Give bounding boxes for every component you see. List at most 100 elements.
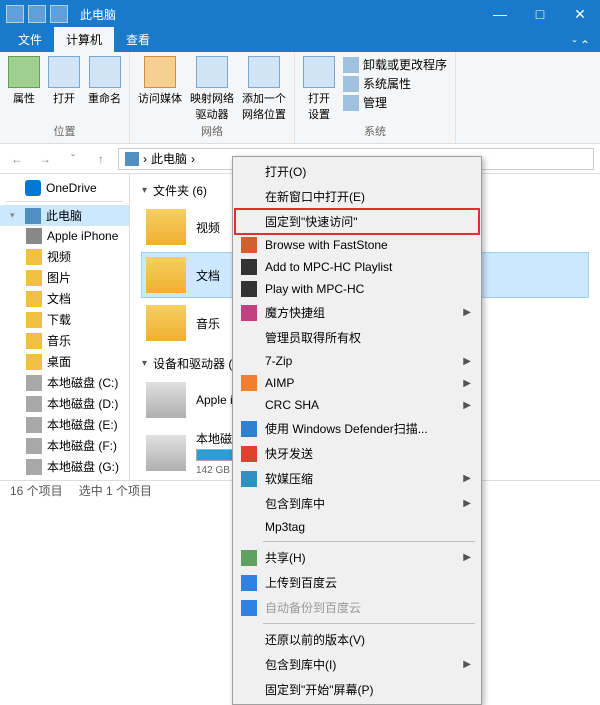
open-button[interactable]: 打开 — [48, 56, 80, 106]
manage-icon — [343, 95, 359, 111]
ctx-defender[interactable]: 使用 Windows Defender扫描... — [235, 416, 479, 441]
ctx-backup-baidu[interactable]: 自动备份到百度云 — [235, 595, 479, 620]
mpc-icon — [241, 281, 257, 297]
ctx-take-ownership[interactable]: 管理员取得所有权 — [235, 325, 479, 350]
separator — [263, 623, 475, 624]
quick-access-toolbar — [0, 5, 74, 23]
nav-forward-button[interactable]: → — [34, 148, 56, 170]
ribbon-group-location: 属性 打开 重命名 位置 — [0, 52, 130, 143]
kuaiya-icon — [241, 446, 257, 462]
sidebar-disk-e[interactable]: 本地磁盘 (E:) — [0, 414, 129, 435]
folder-icon — [26, 270, 42, 286]
minimize-button[interactable]: — — [480, 0, 520, 28]
ribbon-tabs: 文件 计算机 查看 ˇ ⌃ — [0, 28, 600, 52]
ctx-browse-faststone[interactable]: Browse with FastStone — [235, 234, 479, 256]
documents-folder-icon — [146, 257, 186, 293]
chevron-right-icon: ▶ — [463, 307, 471, 318]
sidebar-downloads[interactable]: 下载 — [0, 309, 129, 330]
ctx-share[interactable]: 共享(H)▶ — [235, 545, 479, 570]
chevron-right-icon: ▶ — [463, 473, 471, 484]
sidebar-videos[interactable]: 视频 — [0, 246, 129, 267]
ctx-play-mpc[interactable]: Play with MPC-HC — [235, 278, 479, 300]
chevron-right-icon: ▶ — [463, 552, 471, 563]
sidebar-music[interactable]: 音乐 — [0, 330, 129, 351]
ribbon-group-system: 打开 设置 卸载或更改程序 系统属性 管理 系统 — [295, 52, 456, 143]
system-properties-button[interactable]: 系统属性 — [343, 75, 447, 92]
folder-icon — [26, 249, 42, 265]
sidebar-iphone[interactable]: Apple iPhone — [0, 226, 129, 246]
nav-history-button[interactable]: ˇ — [62, 148, 84, 170]
breadcrumb-root[interactable]: 此电脑 — [151, 150, 187, 167]
phone-icon — [146, 382, 186, 418]
access-media-button[interactable]: 访问媒体 — [138, 56, 182, 106]
chevron-right-icon: ▶ — [463, 378, 471, 389]
qat-icon-1[interactable] — [6, 5, 24, 23]
ctx-7zip[interactable]: 7-Zip▶ — [235, 350, 479, 372]
ribbon-group-network: 访问媒体 映射网络 驱动器 添加一个 网络位置 网络 — [130, 52, 295, 143]
folder-icon — [26, 333, 42, 349]
ctx-pin-start[interactable]: 固定到"开始"屏幕(P) — [235, 677, 479, 702]
ctx-upload-baidu[interactable]: 上传到百度云 — [235, 570, 479, 595]
drive-icon — [26, 417, 42, 433]
rename-button[interactable]: 重命名 — [88, 56, 121, 106]
share-icon — [241, 550, 257, 566]
sidebar-desktop[interactable]: 桌面 — [0, 351, 129, 372]
ctx-compress[interactable]: 软媒压缩▶ — [235, 466, 479, 491]
ctx-aimp[interactable]: AIMP▶ — [235, 372, 479, 394]
close-button[interactable]: ✕ — [560, 0, 600, 28]
ctx-open[interactable]: 打开(O) — [235, 159, 479, 184]
baidu-icon — [241, 600, 257, 616]
open-icon — [48, 56, 80, 88]
separator — [6, 201, 123, 202]
ctx-mp3tag[interactable]: Mp3tag — [235, 516, 479, 538]
add-network-location-button[interactable]: 添加一个 网络位置 — [242, 56, 286, 122]
settings-icon — [303, 56, 335, 88]
open-settings-button[interactable]: 打开 设置 — [303, 56, 335, 122]
qat-icon-2[interactable] — [28, 5, 46, 23]
qat-icon-3[interactable] — [50, 5, 68, 23]
map-drive-button[interactable]: 映射网络 驱动器 — [190, 56, 234, 122]
sidebar-onedrive[interactable]: OneDrive — [0, 178, 129, 198]
defender-icon — [241, 421, 257, 437]
ctx-pin-quick-access[interactable]: 固定到"快速访问" — [235, 209, 479, 234]
ctx-add-library[interactable]: 包含到库中▶ — [235, 491, 479, 516]
magic-icon — [241, 305, 257, 321]
drive-icon — [26, 438, 42, 454]
tab-file[interactable]: 文件 — [6, 27, 54, 52]
videos-folder-icon — [146, 209, 186, 245]
status-selection: 选中 1 个项目 — [79, 482, 152, 499]
maximize-button[interactable]: □ — [520, 0, 560, 28]
uninstall-button[interactable]: 卸载或更改程序 — [343, 56, 447, 73]
tab-view[interactable]: 查看 — [114, 27, 162, 52]
sidebar-this-pc[interactable]: ▾此电脑 — [0, 205, 129, 226]
music-folder-icon — [146, 305, 186, 341]
chevron-right-icon: ▶ — [463, 400, 471, 411]
nav-up-button[interactable]: ↑ — [90, 148, 112, 170]
sidebar-disk-d[interactable]: 本地磁盘 (D:) — [0, 393, 129, 414]
tab-computer[interactable]: 计算机 — [54, 27, 114, 52]
sidebar-disk-f[interactable]: 本地磁盘 (F:) — [0, 435, 129, 456]
manage-button[interactable]: 管理 — [343, 94, 447, 111]
nav-back-button[interactable]: ← — [6, 148, 28, 170]
ctx-kuaiya[interactable]: 快牙发送 — [235, 441, 479, 466]
ctx-restore-versions[interactable]: 还原以前的版本(V) — [235, 627, 479, 652]
ctx-add-library-2[interactable]: 包含到库中(I)▶ — [235, 652, 479, 677]
aimp-icon — [241, 375, 257, 391]
sidebar-disk-c[interactable]: 本地磁盘 (C:) — [0, 372, 129, 393]
ctx-magic-group[interactable]: 魔方快捷组▶ — [235, 300, 479, 325]
faststone-icon — [241, 237, 257, 253]
rename-icon — [89, 56, 121, 88]
chevron-right-icon: ▶ — [463, 659, 471, 670]
chevron-right-icon: ▶ — [463, 356, 471, 367]
separator — [263, 541, 475, 542]
help-icon[interactable]: ˇ ⌃ — [563, 38, 600, 52]
sidebar-disk-g[interactable]: 本地磁盘 (G:) — [0, 456, 129, 477]
ctx-crc-sha[interactable]: CRC SHA▶ — [235, 394, 479, 416]
ctx-add-mpc-playlist[interactable]: Add to MPC-HC Playlist — [235, 256, 479, 278]
sidebar-documents[interactable]: 文档 — [0, 288, 129, 309]
titlebar: 此电脑 — □ ✕ — [0, 0, 600, 28]
properties-button[interactable]: 属性 — [8, 56, 40, 106]
ctx-open-new-window[interactable]: 在新窗口中打开(E) — [235, 184, 479, 209]
folder-icon — [26, 354, 42, 370]
sidebar-pictures[interactable]: 图片 — [0, 267, 129, 288]
